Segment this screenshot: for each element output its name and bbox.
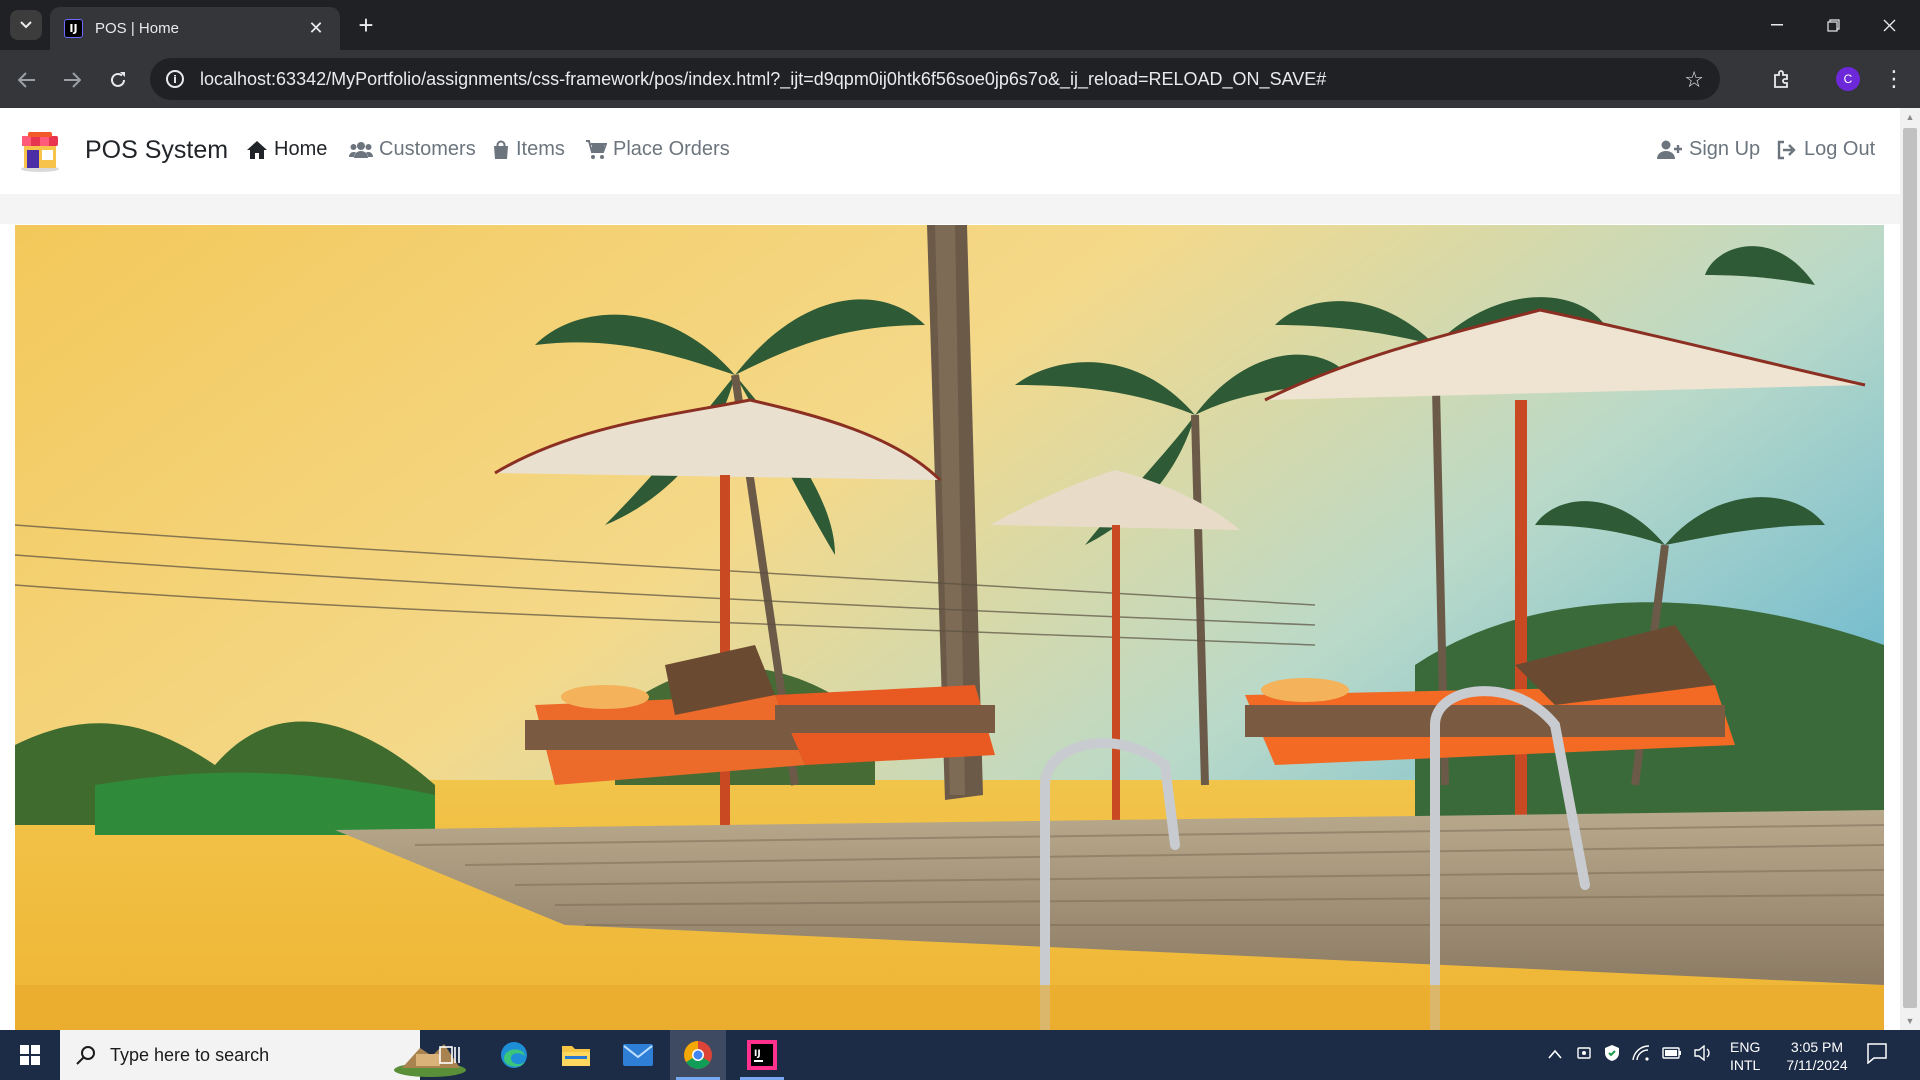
site-info-icon[interactable]: i (166, 70, 184, 88)
notification-center-button[interactable] (1866, 1042, 1888, 1069)
edge-icon (501, 1042, 527, 1068)
security-shield-icon[interactable] (1604, 1044, 1620, 1067)
store-logo-icon[interactable] (18, 130, 62, 172)
user-plus-icon (1657, 140, 1682, 159)
nav-items-label: Items (516, 138, 565, 160)
sign-up-label: Sign Up (1689, 138, 1761, 160)
clock-time: 3:05 PM (1790, 1039, 1844, 1055)
scroll-thumb[interactable] (1903, 128, 1917, 1008)
input-language-indicator[interactable]: ENG INTL (1730, 1038, 1760, 1074)
intellij-favicon-icon: IJ (64, 19, 83, 38)
edge-button[interactable] (486, 1030, 542, 1080)
intellij-button[interactable]: IJ (734, 1030, 790, 1080)
forward-button[interactable] (57, 65, 87, 95)
home-icon (247, 140, 267, 159)
nav-place-orders-link[interactable]: Place Orders (585, 138, 730, 161)
mail-icon (623, 1044, 653, 1066)
clock-date: 7/11/2024 (1786, 1057, 1848, 1073)
back-button[interactable] (12, 65, 42, 95)
tab-close-icon[interactable]: ✕ (304, 17, 328, 41)
browser-toolbar: i localhost:63342/MyPortfolio/assignment… (0, 50, 1920, 108)
site-navbar: POS System Home Customers Items Place Or… (0, 108, 1900, 194)
page-scrollbar[interactable]: ▲ ▼ (1900, 108, 1920, 1030)
hero-image (15, 225, 1884, 1030)
address-bar[interactable]: i localhost:63342/MyPortfolio/assignment… (150, 58, 1720, 100)
back-arrow-icon (18, 72, 35, 88)
show-hidden-icons-icon[interactable] (1548, 1046, 1562, 1064)
mail-button[interactable] (610, 1030, 666, 1080)
windows-taskbar: Type here to search IJ ENG INTL 3:05 PM … (0, 1030, 1920, 1080)
chrome-button[interactable] (670, 1030, 726, 1080)
users-icon (349, 141, 373, 158)
file-explorer-icon (562, 1046, 590, 1066)
nav-home-label: Home (274, 138, 328, 160)
nav-customers-link[interactable]: Customers (349, 138, 476, 161)
scroll-up-arrow-icon[interactable]: ▲ (1905, 112, 1915, 122)
browser-tabstrip: IJ POS | Home ✕ + (0, 0, 1920, 50)
reload-button[interactable] (103, 65, 133, 95)
tab-title: POS | Home (95, 20, 179, 37)
chrome-icon (684, 1041, 712, 1069)
puzzle-icon (1774, 70, 1788, 88)
taskbar-search-box[interactable]: Type here to search (60, 1030, 466, 1080)
notification-icon (1867, 1043, 1887, 1065)
nav-home-link[interactable]: Home (246, 138, 327, 161)
restore-button[interactable] (1806, 0, 1860, 50)
meet-now-icon[interactable] (1576, 1045, 1592, 1066)
minimize-button[interactable] (1750, 0, 1804, 50)
search-placeholder: Type here to search (110, 1044, 270, 1065)
page-viewport: POS System Home Customers Items Place Or… (0, 108, 1920, 1030)
svg-text:IJ: IJ (754, 1049, 761, 1059)
url-text[interactable]: localhost:63342/MyPortfolio/assignments/… (200, 69, 1720, 90)
battery-icon[interactable] (1662, 1046, 1682, 1064)
bookmark-star-icon[interactable]: ☆ (1684, 67, 1704, 93)
chevron-down-icon (20, 21, 32, 29)
wifi-icon[interactable] (1632, 1044, 1650, 1066)
search-icon (76, 1046, 95, 1065)
intellij-icon: IJ (747, 1040, 777, 1070)
tab-search-button[interactable] (10, 10, 42, 40)
shopping-bag-icon (494, 140, 508, 159)
sign-out-icon (1777, 140, 1796, 159)
nav-customers-label: Customers (379, 138, 476, 160)
file-explorer-button[interactable] (548, 1030, 604, 1080)
windows-logo-icon (20, 1045, 40, 1065)
profile-avatar[interactable]: C (1836, 67, 1860, 91)
reload-icon (111, 72, 125, 87)
forward-arrow-icon (64, 72, 81, 88)
taskbar-clock[interactable]: 3:05 PM 7/11/2024 (1772, 1038, 1862, 1074)
task-view-button[interactable] (422, 1030, 478, 1080)
new-tab-plus-icon[interactable]: + (352, 10, 380, 40)
brand-title[interactable]: POS System (85, 136, 228, 165)
browser-menu-icon[interactable]: ⋮ (1880, 65, 1908, 93)
cart-icon (586, 139, 607, 159)
browser-tab[interactable]: IJ POS | Home ✕ (50, 7, 340, 50)
nav-place-orders-label: Place Orders (613, 138, 730, 160)
task-view-icon (439, 1046, 460, 1064)
sign-up-link[interactable]: Sign Up (1657, 138, 1760, 161)
minimize-icon (1771, 24, 1783, 26)
content-band (0, 194, 1900, 224)
nav-items-link[interactable]: Items (492, 138, 565, 161)
log-out-link[interactable]: Log Out (1776, 138, 1875, 161)
keyboard-layout: INTL (1730, 1057, 1761, 1073)
extensions-icon[interactable] (1768, 65, 1796, 93)
window-close-icon (1883, 19, 1895, 31)
restore-icon (1826, 18, 1840, 32)
language-code: ENG (1730, 1039, 1761, 1055)
window-close-button[interactable] (1862, 0, 1916, 50)
scroll-down-arrow-icon[interactable]: ▼ (1905, 1016, 1915, 1026)
volume-icon[interactable] (1694, 1044, 1712, 1066)
system-tray (1548, 1030, 1712, 1080)
start-button[interactable] (0, 1030, 60, 1080)
log-out-label: Log Out (1804, 138, 1876, 160)
